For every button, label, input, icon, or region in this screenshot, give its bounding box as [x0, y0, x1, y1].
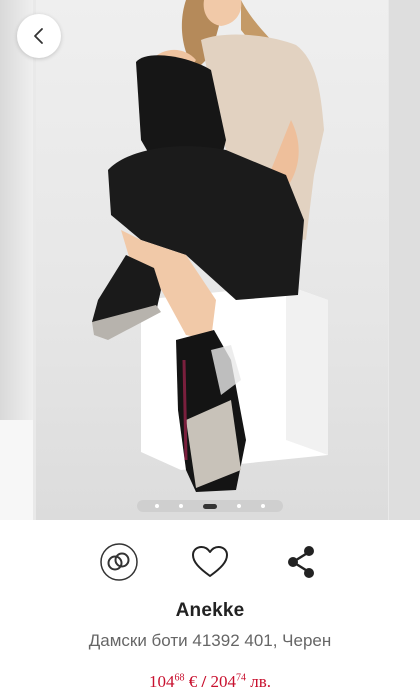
- product-actions-bar: [0, 540, 420, 584]
- share-button[interactable]: [279, 540, 323, 584]
- product-price: 10468 € / 20474 лв.: [0, 672, 420, 692]
- product-brand[interactable]: Anekke: [0, 600, 420, 622]
- price-bgn-main: 204: [210, 672, 236, 691]
- chevron-left-icon: [34, 28, 43, 44]
- gallery-dot-active[interactable]: [203, 503, 217, 509]
- gallery-dot[interactable]: [155, 504, 159, 508]
- product-title: Дамски боти 41392 401, Черен: [88, 631, 332, 650]
- favorite-button[interactable]: [188, 540, 232, 584]
- back-button[interactable]: [17, 14, 61, 58]
- compare-button[interactable]: [97, 540, 141, 584]
- product-photo[interactable]: [36, 0, 388, 520]
- price-eur-currency: €: [188, 672, 198, 691]
- price-eur-cents: 68: [174, 672, 185, 684]
- gallery-dot[interactable]: [237, 504, 241, 508]
- gallery-dot[interactable]: [261, 504, 265, 508]
- model-wearing-boots-illustration: [92, 0, 328, 492]
- compare-rings-icon: [100, 543, 138, 581]
- previous-image-peek[interactable]: [0, 0, 33, 520]
- next-image-peek[interactable]: [389, 0, 420, 520]
- gallery-pagination: [137, 500, 283, 512]
- price-bgn-currency: лв.: [250, 672, 271, 691]
- heart-icon: [192, 546, 228, 577]
- price-eur-main: 104: [149, 672, 175, 691]
- price-separator: /: [201, 672, 207, 691]
- share-icon: [288, 546, 314, 578]
- product-image-gallery[interactable]: [0, 0, 420, 520]
- gallery-dot[interactable]: [179, 504, 183, 508]
- price-bgn-cents: 74: [235, 672, 246, 684]
